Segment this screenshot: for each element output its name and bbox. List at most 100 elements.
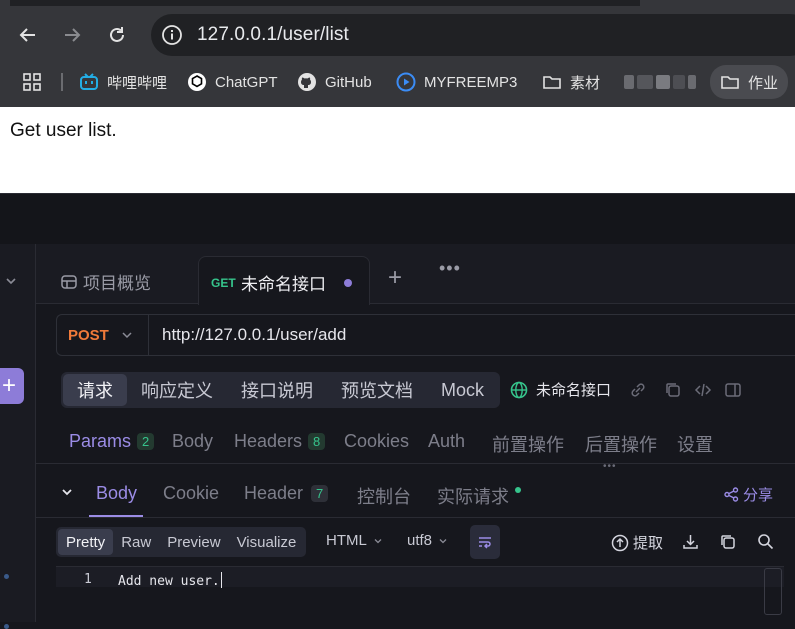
extract-button[interactable]: 提取 (611, 532, 663, 553)
ptab-headers[interactable]: Headers 8 (234, 431, 326, 452)
arrow-left-icon (19, 28, 35, 42)
seg-response-definition[interactable]: 响应定义 (127, 374, 227, 406)
web-page: Get user list. (0, 107, 795, 193)
bookmark-chatgpt[interactable]: ChatGPT (187, 69, 278, 95)
status-dot (515, 487, 521, 493)
bookmark-github[interactable]: GitHub (297, 69, 372, 95)
view-mode-tabs: Pretty Raw Preview Visualize (56, 527, 307, 557)
seg-request[interactable]: 请求 (63, 374, 127, 406)
chevron-down-icon[interactable] (60, 485, 74, 499)
reload-button[interactable] (104, 22, 130, 48)
ptab-label: 设置 (677, 435, 713, 455)
rtab-body[interactable]: Body (96, 483, 137, 504)
request-url-input[interactable] (162, 325, 762, 345)
count-badge: 8 (308, 433, 326, 450)
tab-strip (0, 0, 795, 6)
method-select[interactable]: POST (57, 315, 149, 355)
ptab-cookies[interactable]: Cookies (344, 431, 409, 452)
seg-mock[interactable]: Mock (427, 374, 498, 406)
param-tabs: Params 2 Body Headers 8 Cookies Auth 前置操作 … (36, 424, 795, 464)
share-label: 分享 (743, 487, 774, 504)
search-icon[interactable] (757, 533, 774, 550)
rtab-label: 实际请求 (437, 487, 509, 507)
tab-label: 项目概览 (83, 274, 151, 293)
rtab-console[interactable]: 控制台 (357, 483, 411, 509)
address-url: 127.0.0.1/user/list (197, 24, 349, 45)
ptab-params[interactable]: Params 2 (69, 431, 155, 452)
copy-icon[interactable] (664, 381, 682, 399)
scrollbar[interactable] (764, 568, 782, 615)
bookmark-label: GitHub (325, 73, 372, 91)
add-button[interactable]: + (0, 368, 24, 404)
bookmark-blurred[interactable] (624, 69, 699, 95)
bookmark-folder-zuoye[interactable]: 作业 (710, 65, 789, 99)
resize-handle[interactable]: ••• (603, 461, 617, 472)
back-button[interactable] (15, 22, 41, 48)
folder-icon (542, 72, 562, 92)
extract-icon (611, 534, 629, 551)
overview-icon (61, 274, 77, 289)
myfreemp3-icon (396, 72, 416, 92)
download-icon[interactable] (682, 533, 699, 550)
format-select[interactable]: HTML (326, 532, 383, 549)
seg-preview-doc[interactable]: 预览文档 (327, 374, 427, 406)
rtab-header[interactable]: Header 7 (244, 483, 329, 504)
code-line: Add new user. (118, 572, 223, 589)
chevron-down-icon[interactable] (4, 274, 18, 288)
view-pretty[interactable]: Pretty (58, 529, 114, 555)
response-editor[interactable]: 1 Add new user. (56, 566, 784, 622)
bookmark-folder-sucai[interactable]: 素材 (542, 69, 600, 95)
address-bar[interactable]: 127.0.0.1/user/list (151, 14, 795, 56)
api-name[interactable]: 未命名接口 (510, 379, 611, 400)
bookmark-bilibili[interactable]: 哔哩哔哩 (79, 69, 167, 95)
tab-unnamed-api[interactable]: GET 未命名接口 (198, 256, 370, 305)
view-raw[interactable]: Raw (113, 529, 159, 555)
unsaved-dot (344, 279, 352, 287)
request-section-tabs: 请求 响应定义 接口说明 预览文档 Mock (61, 372, 501, 408)
count-badge: 2 (137, 433, 155, 450)
view-preview[interactable]: Preview (159, 529, 228, 555)
more-icon[interactable]: ••• (439, 258, 461, 279)
rtab-cookie[interactable]: Cookie (163, 483, 219, 504)
copy-icon[interactable] (719, 533, 736, 550)
globe-icon (510, 381, 528, 398)
rtab-label: Header (244, 483, 304, 503)
ptab-settings[interactable]: 设置 (677, 431, 713, 457)
ptab-body[interactable]: Body (172, 431, 213, 452)
bookmarks-bar: 哔哩哔哩 ChatGPT GitHub MYFREEMP3 素材 作业 (0, 62, 795, 102)
bookmark-myfreemp3[interactable]: MYFREEMP3 (396, 69, 517, 95)
bookmark-label: MYFREEMP3 (424, 73, 518, 91)
wrap-lines-button[interactable] (470, 525, 500, 559)
ptab-label: Cookies (344, 431, 410, 451)
tab-overview[interactable]: 项目概览 (60, 269, 151, 294)
ptab-label: Auth (428, 431, 466, 451)
share-icon (724, 487, 739, 502)
status-dot (4, 574, 9, 579)
apps-button[interactable] (22, 69, 42, 95)
ptab-label: Params (69, 431, 132, 451)
ptab-post-script[interactable]: 后置操作 (585, 431, 657, 457)
folder-icon (720, 72, 740, 92)
link-icon[interactable] (629, 381, 647, 399)
status-dot (4, 624, 9, 629)
forward-button[interactable] (59, 22, 85, 48)
code-icon[interactable] (694, 381, 712, 399)
seg-api-description[interactable]: 接口说明 (227, 374, 327, 406)
panel-toggle-icon[interactable] (724, 381, 742, 399)
rtab-actual-request[interactable]: 实际请求 (437, 483, 521, 509)
reload-icon (110, 27, 124, 42)
ptab-auth[interactable]: Auth (428, 431, 465, 452)
bilibili-icon (79, 72, 99, 92)
chevron-down-icon (122, 332, 132, 339)
share-button[interactable]: 分享 (724, 484, 773, 505)
bookmark-separator (61, 73, 63, 91)
encoding-select[interactable]: utf8 (407, 532, 448, 549)
bookmark-label: 哔哩哔哩 (107, 74, 168, 92)
ptab-pre-script[interactable]: 前置操作 (492, 431, 564, 457)
view-visualize[interactable]: Visualize (229, 529, 305, 555)
bookmark-label: 素材 (570, 74, 601, 92)
site-info-icon[interactable] (161, 24, 183, 46)
browser-toolbar: 127.0.0.1/user/list 哔哩哔哩 ChatGPT GitHub (0, 0, 795, 107)
ptab-label: 前置操作 (492, 435, 564, 455)
new-tab-button[interactable]: + (388, 264, 402, 292)
